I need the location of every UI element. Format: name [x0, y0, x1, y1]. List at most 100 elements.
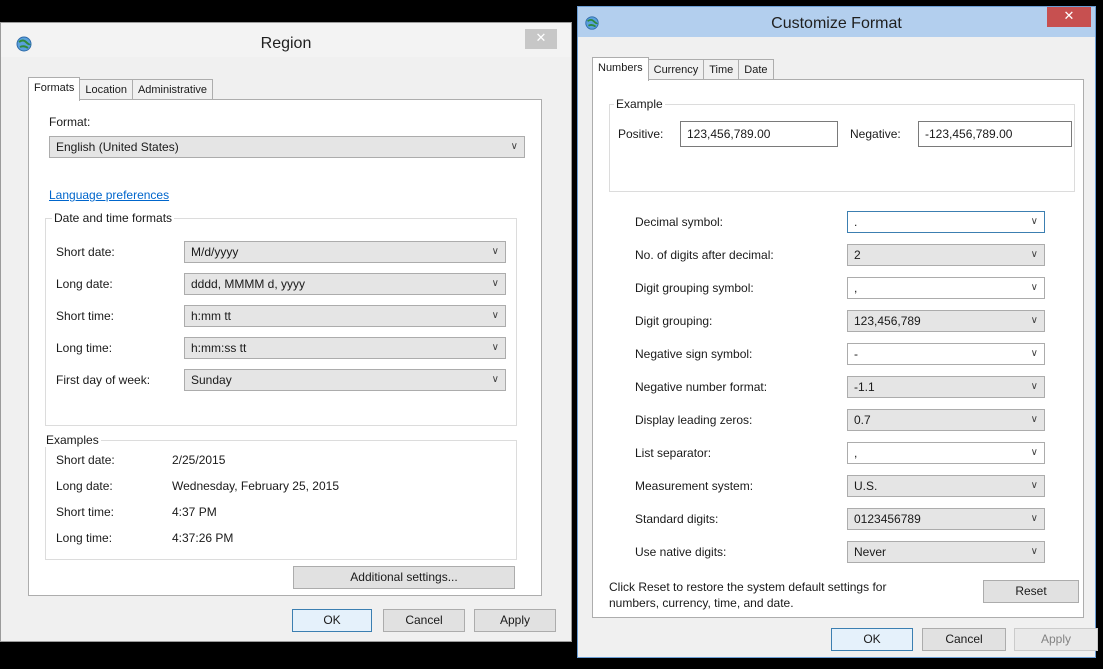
digit-grouping-label: Digit grouping: [635, 314, 713, 328]
negative-sign-symbol-label: Negative sign symbol: [635, 347, 753, 361]
native-digits-select[interactable]: Never ∨ [847, 541, 1045, 563]
example-long-date-value: Wednesday, February 25, 2015 [172, 479, 339, 493]
example-group: Example Positive: 123,456,789.00 Negativ… [609, 97, 1075, 192]
leading-zeros-select[interactable]: 0.7 ∨ [847, 409, 1045, 431]
close-icon: ✕ [535, 31, 547, 46]
tab-time[interactable]: Time [703, 59, 740, 80]
digit-grouping-select[interactable]: 123,456,789 ∨ [847, 310, 1045, 332]
customize-format-window: Customize Format ✕ Numbers Currency Time… [577, 6, 1098, 658]
close-icon: ✕ [1063, 9, 1075, 24]
chevron-down-icon: ∨ [1030, 513, 1038, 524]
tab-location[interactable]: Location [79, 79, 133, 100]
leading-zeros-value: 0.7 [854, 413, 871, 427]
region-tabs: Formats Location Administrative [28, 77, 214, 101]
examples-group: Examples Short date: 2/25/2015 Long date… [44, 433, 517, 560]
reset-note-line2: numbers, currency, time, and date. [609, 596, 794, 610]
digit-grouping-symbol-select[interactable]: , ∨ [847, 277, 1045, 299]
customize-titlebar[interactable]: Customize Format ✕ [578, 7, 1095, 37]
chevron-down-icon: ∨ [491, 278, 499, 289]
chevron-down-icon: ∨ [491, 342, 499, 353]
example-long-date-label: Long date: [56, 479, 113, 493]
language-preferences-link[interactable]: Language preferences [49, 188, 169, 202]
format-value: English (United States) [56, 140, 179, 154]
long-time-value: h:mm:ss tt [191, 341, 247, 355]
example-short-time-label: Short time: [56, 505, 115, 519]
measurement-system-label: Measurement system: [635, 479, 754, 493]
close-button[interactable]: ✕ [525, 29, 557, 49]
short-date-label: Short date: [56, 245, 115, 259]
chevron-down-icon: ∨ [491, 374, 499, 385]
cancel-button[interactable]: Cancel [383, 609, 465, 632]
short-date-select[interactable]: M/d/yyyy ∨ [184, 241, 506, 263]
long-date-select[interactable]: dddd, MMMM d, yyyy ∨ [184, 273, 506, 295]
additional-settings-button[interactable]: Additional settings... [293, 566, 515, 589]
list-separator-label: List separator: [635, 446, 712, 460]
native-digits-value: Never [854, 545, 887, 559]
negative-sign-symbol-select[interactable]: - ∨ [847, 343, 1045, 365]
ok-button[interactable]: OK [831, 628, 913, 651]
example-long-time-value: 4:37:26 PM [172, 531, 234, 545]
cancel-button[interactable]: Cancel [922, 628, 1006, 651]
apply-button[interactable]: Apply [474, 609, 556, 632]
first-day-select[interactable]: Sunday ∨ [184, 369, 506, 391]
reset-button[interactable]: Reset [983, 580, 1079, 603]
long-date-value: dddd, MMMM d, yyyy [191, 277, 306, 291]
chevron-down-icon: ∨ [1030, 216, 1038, 227]
long-time-label: Long time: [56, 341, 113, 355]
region-window: Region ✕ Formats Location Administrative… [0, 22, 572, 642]
window-title: Customize Format [771, 15, 902, 32]
chevron-down-icon: ∨ [1030, 315, 1038, 326]
short-time-label: Short time: [56, 309, 115, 323]
chevron-down-icon: ∨ [1030, 249, 1038, 260]
long-time-select[interactable]: h:mm:ss tt ∨ [184, 337, 506, 359]
format-select[interactable]: English (United States) ∨ [49, 136, 525, 158]
standard-digits-value: 0123456789 [854, 512, 921, 526]
decimal-symbol-select[interactable]: . ∨ [847, 211, 1045, 233]
negative-number-format-label: Negative number format: [635, 380, 768, 394]
first-day-value: Sunday [191, 373, 232, 387]
leading-zeros-label: Display leading zeros: [635, 413, 753, 427]
tab-administrative[interactable]: Administrative [131, 79, 214, 100]
chevron-down-icon: ∨ [1030, 546, 1038, 557]
close-button[interactable]: ✕ [1047, 7, 1091, 27]
group-title: Date and time formats [52, 211, 175, 225]
tab-currency[interactable]: Currency [647, 59, 705, 80]
short-time-value: h:mm tt [191, 309, 232, 323]
positive-label: Positive: [618, 127, 664, 141]
example-long-time-label: Long time: [56, 531, 113, 545]
negative-sign-symbol-value: - [854, 347, 858, 361]
tab-numbers[interactable]: Numbers [592, 57, 649, 81]
negative-example-field: -123,456,789.00 [918, 121, 1072, 147]
short-time-select[interactable]: h:mm tt ∨ [184, 305, 506, 327]
long-date-label: Long date: [56, 277, 113, 291]
ok-button[interactable]: OK [292, 609, 372, 632]
example-short-time-value: 4:37 PM [172, 505, 217, 519]
standard-digits-select[interactable]: 0123456789 ∨ [847, 508, 1045, 530]
date-time-formats-group: Date and time formats Short date: M/d/yy… [45, 211, 517, 426]
negative-label: Negative: [850, 127, 901, 141]
digit-grouping-value: 123,456,789 [854, 314, 921, 328]
digit-grouping-symbol-value: , [854, 281, 858, 295]
region-titlebar[interactable]: Region ✕ [1, 23, 571, 57]
chevron-down-icon: ∨ [1030, 447, 1038, 458]
decimal-symbol-value: . [854, 215, 858, 229]
formats-panel: Format: English (United States) ∨ Langua… [28, 99, 542, 596]
tab-date[interactable]: Date [738, 59, 774, 80]
format-label: Format: [49, 115, 91, 129]
negative-number-format-select[interactable]: -1.1 ∨ [847, 376, 1045, 398]
measurement-system-select[interactable]: U.S. ∨ [847, 475, 1045, 497]
decimal-symbol-label: Decimal symbol: [635, 215, 724, 229]
digits-after-decimal-select[interactable]: 2 ∨ [847, 244, 1045, 266]
list-separator-select[interactable]: , ∨ [847, 442, 1045, 464]
digit-grouping-symbol-label: Digit grouping symbol: [635, 281, 754, 295]
chevron-down-icon: ∨ [1030, 348, 1038, 359]
chevron-down-icon: ∨ [1030, 381, 1038, 392]
reset-note-line1: Click Reset to restore the system defaul… [609, 580, 887, 594]
measurement-system-value: U.S. [854, 479, 878, 493]
first-day-label: First day of week: [56, 373, 151, 387]
apply-button[interactable]: Apply [1014, 628, 1098, 651]
short-date-value: M/d/yyyy [191, 245, 239, 259]
digits-after-decimal-value: 2 [854, 248, 861, 262]
negative-number-format-value: -1.1 [854, 380, 875, 394]
tab-formats[interactable]: Formats [28, 77, 81, 101]
